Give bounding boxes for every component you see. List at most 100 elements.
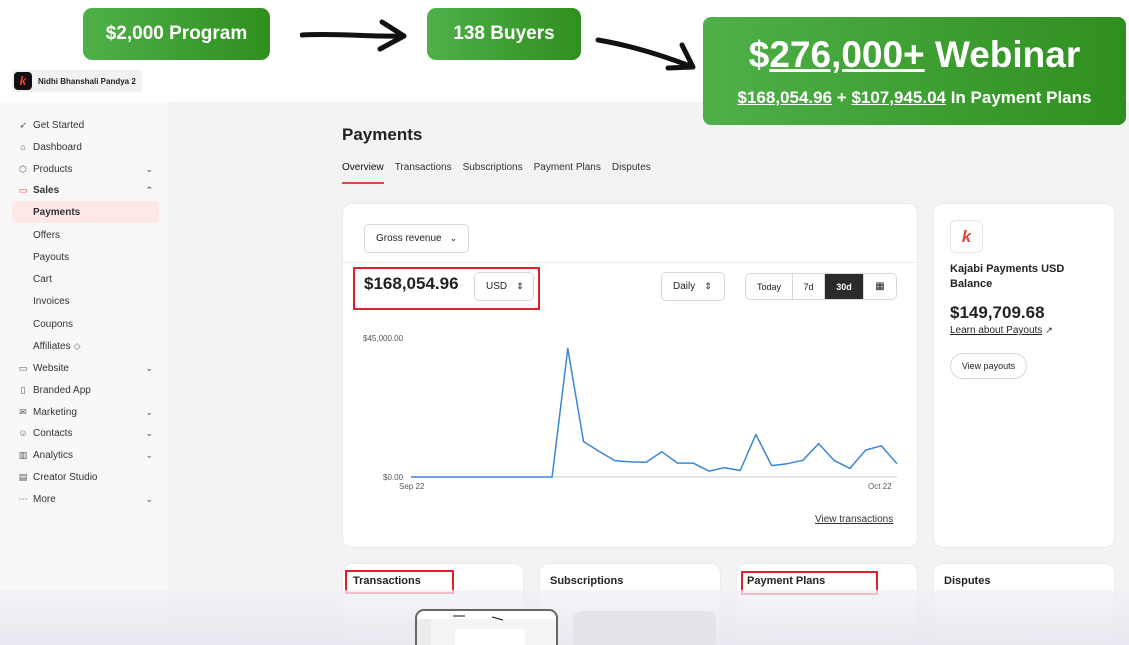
sidebar-item-creator-studio[interactable]: ▤ Creator Studio	[12, 466, 159, 488]
kajabi-logo-icon: k	[950, 220, 983, 253]
view-transactions-link[interactable]: View transactions	[815, 514, 893, 525]
tab-subscriptions[interactable]: Subscriptions	[463, 162, 523, 184]
sidebar-item-label: Payments	[33, 206, 81, 218]
sidebar-item-coupons[interactable]: Coupons	[12, 313, 159, 335]
sidebar-item-affiliates[interactable]: Affiliates ◇	[12, 335, 159, 357]
plan-part1: $168,054.96	[737, 88, 833, 107]
home-icon: ⌂	[20, 142, 26, 152]
revenue-card: Gross revenue ⌄ $168,054.96 USD ⇕ Daily ⇕ T…	[342, 203, 918, 548]
chevron-down-icon: ⌄	[449, 233, 458, 243]
balance-title: Kajabi Payments USD Balance	[950, 263, 1065, 290]
range-7d-button[interactable]: 7d	[793, 274, 825, 299]
workspace-name: Nidhi Bhanshali Pandya 2	[38, 76, 136, 86]
phone-icon: ▯	[20, 385, 26, 395]
sidebar-item-payouts[interactable]: Payouts	[12, 246, 159, 268]
highlight-box	[353, 267, 540, 310]
sidebar-item-offers[interactable]: Offers	[12, 224, 159, 246]
chart-icon: ▥	[18, 450, 28, 460]
users-icon: ☺	[18, 428, 28, 438]
card-title: Disputes	[944, 575, 991, 587]
interval-select[interactable]: Daily ⇕	[661, 272, 725, 301]
sidebar-item-label: Affiliates	[33, 340, 71, 352]
plan-part2: $107,945.04	[851, 88, 946, 107]
slide-thumbnail[interactable]	[573, 611, 716, 645]
balance-card: k Kajabi Payments USD Balance $149,709.6…	[933, 203, 1115, 548]
metric-dropdown[interactable]: Gross revenue ⌄	[364, 224, 469, 253]
chevron-down-icon: ⌄	[145, 406, 153, 417]
sidebar-item-label: More	[33, 493, 56, 505]
interval-label: Daily	[673, 281, 696, 292]
revenue-line-chart: $45,000.00 $0.00 Sep 22 Oct 22	[363, 334, 898, 491]
kajabi-logo-icon: k	[14, 72, 32, 90]
sidebar-item-more[interactable]: ⋯ More ⌄	[12, 488, 159, 510]
calendar-icon: ▤	[18, 472, 28, 482]
sidebar-item-dashboard[interactable]: ⌂ Dashboard	[12, 136, 159, 158]
sidebar-item-invoices[interactable]: Invoices	[12, 290, 159, 312]
arrow-icon	[300, 19, 407, 52]
program-badge: $2,000 Program	[83, 8, 270, 60]
sidebar-item-label: Cart	[33, 273, 52, 285]
x-tick-label-start: Sep 22	[399, 482, 425, 491]
sidebar-item-label: Contacts	[33, 427, 73, 439]
range-today-button[interactable]: Today	[746, 274, 793, 299]
arrow-icon	[595, 37, 696, 71]
sidebar-item-label: Branded App	[33, 384, 91, 396]
metric-dropdown-label: Gross revenue	[376, 233, 442, 244]
webinar-breakdown: $168,054.96 + $107,945.04 In Payment Pla…	[738, 88, 1092, 108]
tab-transactions[interactable]: Transactions	[395, 162, 452, 184]
sidebar-item-marketing[interactable]: ✉ Marketing ⌄	[12, 401, 159, 423]
sidebar-item-contacts[interactable]: ☺ Contacts ⌄	[12, 422, 159, 444]
webinar-amount: 276,000+	[769, 34, 925, 75]
sidebar-item-sales[interactable]: ▭ Sales ⌃	[12, 179, 159, 201]
tab-overview[interactable]: Overview	[342, 162, 384, 184]
balance-amount: $149,709.68	[950, 303, 1045, 322]
chevron-updown-icon: ⇕	[704, 281, 712, 291]
sidebar-item-products[interactable]: ⬡ Products ⌄	[12, 158, 159, 180]
buyers-label: 138 Buyers	[453, 23, 555, 44]
card-divider	[343, 262, 917, 263]
dots-icon: ⋯	[18, 494, 28, 504]
tab-payment-plans[interactable]: Payment Plans	[534, 162, 601, 184]
calendar-icon[interactable]: ▦	[864, 274, 896, 299]
thumbnail-preview	[417, 615, 556, 645]
chevron-down-icon: ⌄	[145, 493, 153, 504]
learn-link-label: Learn about Payouts	[950, 325, 1043, 336]
sidebar-item-cart[interactable]: Cart	[12, 268, 159, 290]
sidebar-item-get-started[interactable]: ➶ Get Started	[12, 114, 159, 136]
revenue-series-line	[411, 347, 898, 478]
card-icon: ▭	[18, 185, 28, 195]
buyers-badge: 138 Buyers	[427, 8, 581, 60]
card-title: Subscriptions	[550, 575, 624, 587]
mail-icon: ✉	[19, 407, 27, 417]
rocket-icon: ➶	[19, 120, 27, 130]
webinar-prefix: $	[748, 34, 770, 75]
x-tick-label-end: Oct 22	[868, 482, 892, 491]
program-label: $2,000 Program	[105, 23, 248, 44]
workspace-switcher[interactable]: k Nidhi Bhanshali Pandya 2	[12, 70, 142, 92]
sidebar-item-payments[interactable]: Payments	[12, 201, 159, 223]
sidebar-item-label: Invoices	[33, 295, 70, 307]
sidebar-item-website[interactable]: ▭ Website ⌄	[12, 357, 159, 379]
view-payouts-button[interactable]: View payouts	[950, 353, 1027, 379]
bottom-overlay-bar	[0, 590, 1129, 645]
monitor-icon: ▭	[18, 363, 28, 373]
sidebar-item-label: Products	[33, 163, 73, 175]
learn-about-payouts-link[interactable]: Learn about Payouts ↗	[950, 325, 1053, 336]
payments-tabs: Overview Transactions Subscriptions Paym…	[342, 162, 651, 184]
sidebar-item-label: Analytics	[33, 449, 74, 461]
sidebar-item-label: Dashboard	[33, 141, 82, 153]
webinar-badge: $276,000+ Webinar $168,054.96 + $107,945…	[703, 17, 1126, 125]
chevron-down-icon: ⌄	[145, 449, 153, 460]
plan-suffix: In Payment Plans	[945, 88, 1092, 107]
sidebar-item-label: Creator Studio	[33, 471, 98, 483]
slide-thumbnail-active[interactable]	[415, 609, 558, 645]
chevron-up-icon: ⌃	[145, 184, 153, 195]
date-range-toggle: Today 7d 30d ▦	[745, 273, 897, 300]
external-link-icon: ↗	[1045, 325, 1053, 335]
sidebar-item-branded-app[interactable]: ▯ Branded App	[12, 379, 159, 401]
tab-disputes[interactable]: Disputes	[612, 162, 651, 184]
range-30d-button[interactable]: 30d	[825, 274, 864, 299]
chevron-down-icon: ⌄	[145, 163, 153, 174]
y-tick-label-top: $45,000.00	[363, 334, 404, 343]
sidebar-item-analytics[interactable]: ▥ Analytics ⌄	[12, 444, 159, 466]
